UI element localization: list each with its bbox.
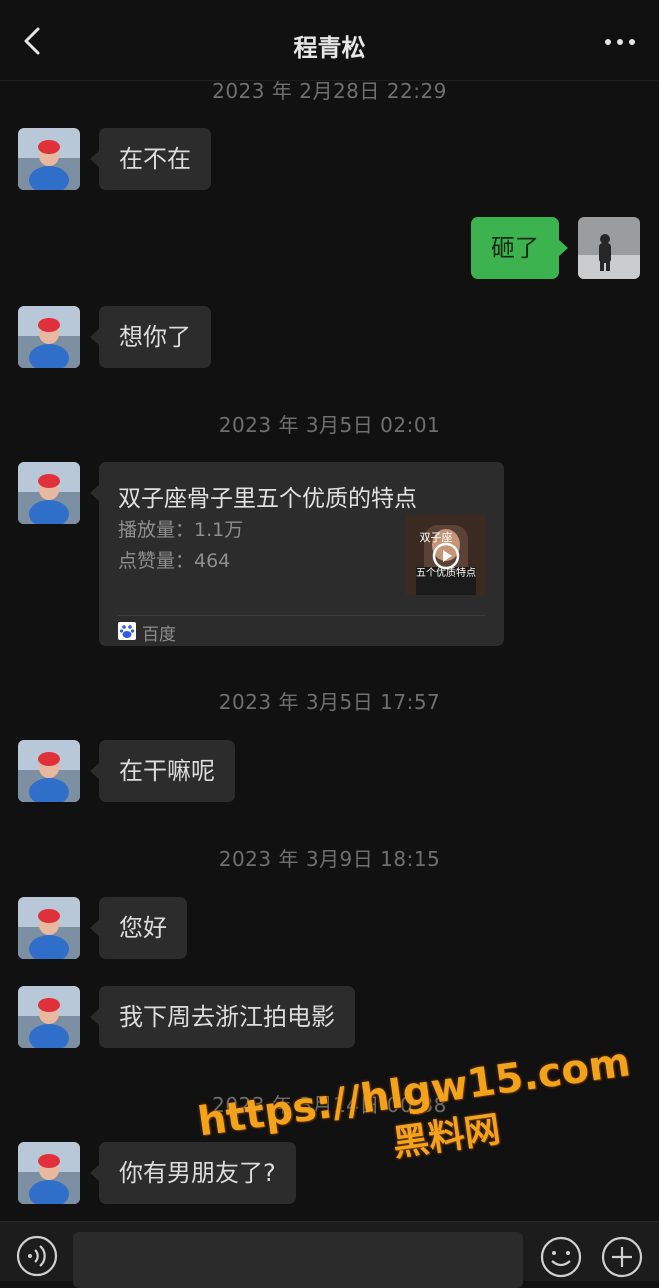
input-toolbar — [0, 1221, 659, 1288]
watermark: https://hlgw15.com 黑料网 — [195, 1039, 633, 1229]
emoji-icon[interactable] — [539, 1235, 583, 1279]
timestamp: 2023 年 2月28日 22:29 — [212, 79, 447, 103]
card-source: 百度 — [142, 625, 176, 645]
timestamp: 2023 年 3月5日 17:57 — [218, 690, 441, 714]
thumb-text-top: 双子座 — [420, 530, 453, 544]
contact-avatar[interactable] — [18, 986, 80, 1048]
card-title: 双子座骨子里五个优质的特点 — [118, 486, 417, 512]
card-like-count: 点赞量：464 — [118, 550, 231, 572]
chat-title: 程青松 — [293, 34, 366, 62]
my-message-bubble[interactable]: 砸了 — [471, 217, 568, 279]
message-bubble[interactable]: 在不在 — [90, 128, 211, 190]
message-bubble[interactable]: 我下周去浙江拍电影 — [90, 986, 355, 1048]
voice-icon[interactable] — [16, 1235, 58, 1277]
my-avatar[interactable] — [578, 217, 640, 279]
contact-avatar[interactable] — [18, 740, 80, 802]
shared-video-card[interactable]: 双子座骨子里五个优质的特点 播放量：1.1万 点赞量：464 双子座 五个优质特… — [90, 462, 504, 646]
video-thumbnail: 双子座 五个优质特点 — [406, 515, 486, 595]
card-play-count: 播放量：1.1万 — [118, 519, 244, 541]
timestamp: 2023 年 3月9日 18:15 — [218, 847, 441, 871]
contact-avatar[interactable] — [18, 897, 80, 959]
timestamp: 2023 年 3月5日 02:01 — [218, 413, 441, 437]
thumb-text-bottom: 五个优质特点 — [416, 566, 476, 579]
contact-avatar[interactable] — [18, 306, 80, 368]
card-divider — [118, 615, 485, 616]
plus-icon[interactable] — [600, 1235, 644, 1279]
message-bubble[interactable]: 您好 — [90, 897, 187, 959]
chat-header: 程青松 — [0, 0, 659, 81]
contact-avatar[interactable] — [18, 462, 80, 524]
more-dots-icon[interactable] — [603, 36, 637, 48]
contact-avatar[interactable] — [18, 1142, 80, 1204]
baidu-logo-icon — [118, 622, 136, 640]
message-bubble[interactable]: 想你了 — [90, 306, 211, 368]
message-bubble[interactable]: 在干嘛呢 — [90, 740, 235, 802]
contact-avatar[interactable] — [18, 128, 80, 190]
